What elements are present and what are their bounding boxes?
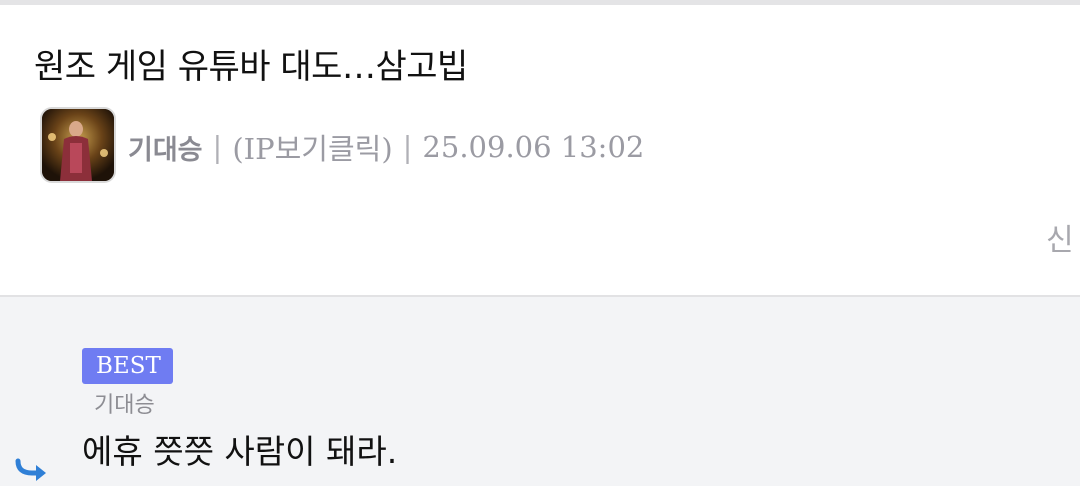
author-avatar[interactable] (40, 107, 116, 183)
meta-separator: | (212, 130, 223, 164)
comment-author[interactable]: 기대승 (94, 392, 1062, 420)
comment-text: 에휴 쯧쯧 사람이 돼라. (82, 432, 398, 471)
reply-arrow-icon[interactable] (14, 457, 50, 485)
post-meta: 기대승 | (IP보기클릭) | 25.09.06 13:02 (128, 127, 644, 167)
author-name[interactable]: 기대승 (128, 128, 203, 167)
comment-item: BEST 기대승 에휴 쯧쯧 사람이 돼라. (82, 348, 1062, 474)
post-page: 원조 게임 유튜바 대도…삼고빕 기대승 | (IP보기클릭) | 25.09.… (0, 0, 1080, 486)
comment-section: BEST 기대승 에휴 쯧쯧 사람이 돼라. (0, 297, 1080, 486)
ip-view-link[interactable]: (IP보기클릭) (232, 126, 392, 168)
report-link-partial[interactable]: 신 (1046, 215, 1074, 259)
post-datetime: 25.09.06 13:02 (422, 130, 645, 164)
meta-separator: | (402, 130, 413, 164)
post-title: 원조 게임 유튜바 대도…삼고빕 (34, 47, 468, 87)
post-header: 원조 게임 유튜바 대도…삼고빕 기대승 | (IP보기클릭) | 25.09.… (0, 5, 1080, 295)
best-badge: BEST (82, 348, 173, 384)
